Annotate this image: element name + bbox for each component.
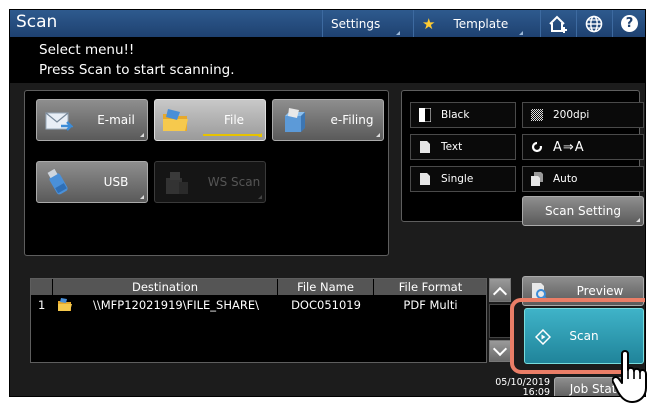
message-area: Select menu!! Press Scan to start scanni…: [10, 37, 645, 83]
scroll-down-button[interactable]: [489, 340, 511, 362]
color-mode-setting[interactable]: Black: [410, 102, 516, 128]
scan-setting-button[interactable]: Scan Setting: [522, 196, 644, 226]
settings-button[interactable]: Settings: [322, 10, 402, 37]
email-icon: [45, 112, 73, 131]
usb-label: USB: [103, 175, 129, 189]
datetime: 05/10/2019 16:09: [450, 378, 550, 397]
message-line-2: Press Scan to start scanning.: [39, 62, 235, 78]
efiling-button[interactable]: e-Filing: [272, 99, 384, 141]
row-file-name: DOC051019: [291, 298, 361, 312]
scan-label: Scan: [569, 329, 599, 343]
globe-icon: [585, 15, 602, 32]
auto-size-icon: [531, 172, 543, 186]
help-icon: ?: [621, 15, 638, 32]
file-label: File: [223, 113, 245, 127]
folder-icon: [163, 109, 188, 131]
size-label: Auto: [553, 173, 578, 185]
original-mode-setting[interactable]: Text: [410, 134, 516, 160]
start-icon: [535, 329, 551, 345]
message-line-1: Select menu!!: [39, 42, 135, 58]
document-icon: [420, 141, 430, 153]
original-mode-label: Text: [441, 141, 463, 153]
row-file-format: PDF Multi: [403, 298, 458, 312]
chevron-down-icon: [492, 341, 508, 357]
ws-scan-label: WS Scan: [207, 175, 261, 189]
rotate-icon: [531, 141, 543, 153]
sides-setting[interactable]: Single: [410, 166, 516, 192]
scrollbar-track[interactable]: [489, 304, 511, 338]
single-side-icon: [420, 173, 430, 185]
file-button[interactable]: File: [154, 99, 266, 141]
email-button[interactable]: E-mail: [36, 99, 148, 141]
table-header: Destination File Name File Format: [31, 279, 486, 295]
preview-label: Preview: [576, 284, 624, 298]
folder-icon: [58, 298, 72, 311]
scan-setting-label: Scan Setting: [545, 204, 621, 218]
template-button[interactable]: ★ Template: [413, 10, 525, 37]
language-button[interactable]: [576, 10, 610, 37]
rotation-setting[interactable]: A⇒A: [522, 134, 644, 160]
settings-label: Settings: [331, 16, 381, 31]
efiling-label: e-Filing: [330, 113, 374, 127]
row-index: 1: [38, 298, 46, 312]
home-button[interactable]: [540, 10, 574, 37]
template-label: Template: [453, 16, 509, 31]
efiling-icon: [285, 108, 305, 132]
usb-button[interactable]: USB: [36, 161, 148, 203]
rotation-label: A⇒A: [553, 139, 585, 155]
destination-table: Destination File Name File Format 1 \\MF…: [30, 278, 487, 363]
column-file-format: File Format: [398, 280, 463, 294]
resolution-label: 200dpi: [553, 109, 590, 121]
header-bar: Scan Settings ★ Template ?: [10, 10, 645, 37]
size-setting[interactable]: Auto: [522, 166, 644, 192]
email-label: E-mail: [97, 113, 135, 127]
black-color-icon: [419, 108, 431, 122]
ws-scan-button: WS Scan: [154, 161, 266, 203]
ws-scan-icon: [166, 172, 188, 194]
star-icon: ★: [422, 14, 436, 33]
color-mode-label: Black: [441, 109, 470, 121]
home-icon: [548, 15, 567, 33]
help-button[interactable]: ?: [612, 10, 645, 37]
scan-screen: Scan Settings ★ Template ? Select menu!!…: [9, 9, 646, 397]
table-row[interactable]: 1 \\MFP12021919\FILE_SHARE\ DOC051019 PD…: [31, 296, 486, 314]
column-destination: Destination: [53, 279, 278, 295]
column-file-name: File Name: [278, 279, 374, 295]
pointer-hand-icon: [612, 350, 647, 403]
row-destination: \\MFP12021919\FILE_SHARE\: [93, 298, 260, 312]
usb-icon: [47, 168, 68, 195]
resolution-setting[interactable]: 200dpi: [522, 102, 644, 128]
scroll-up-button[interactable]: [489, 278, 511, 302]
sides-label: Single: [441, 173, 474, 185]
chevron-up-icon: [492, 286, 508, 302]
app-title: Scan: [16, 12, 58, 32]
time-text: 16:09: [522, 387, 550, 397]
resolution-icon: [531, 109, 543, 121]
